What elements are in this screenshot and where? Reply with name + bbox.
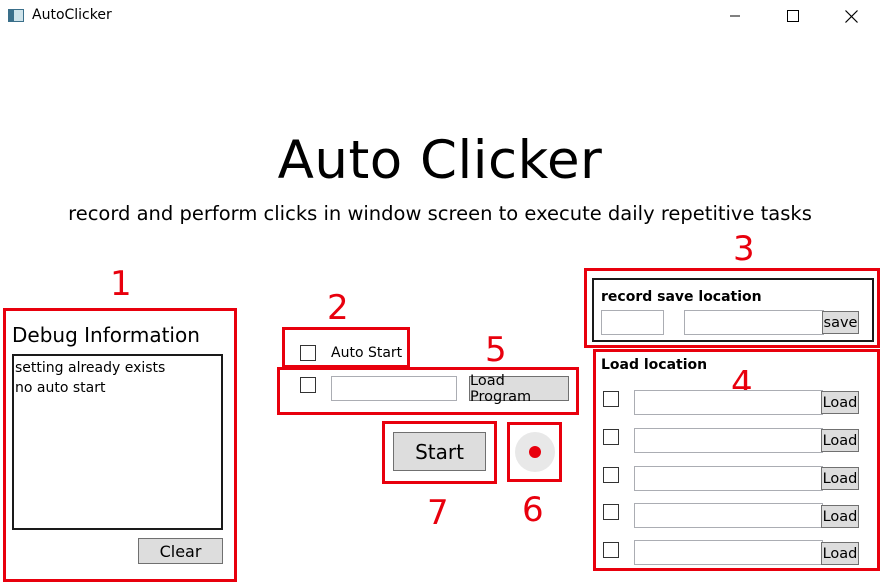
minimize-icon bbox=[730, 15, 740, 17]
app-icon bbox=[8, 9, 24, 22]
load-location-button-1[interactable]: Load bbox=[821, 391, 859, 414]
clear-button[interactable]: Clear bbox=[138, 538, 223, 564]
close-icon bbox=[844, 9, 858, 23]
annotation-number-6: 6 bbox=[522, 490, 544, 530]
maximize-button[interactable] bbox=[764, 0, 822, 32]
record-dot-icon bbox=[529, 446, 541, 458]
record-save-small-input[interactable] bbox=[601, 310, 664, 335]
record-save-button[interactable]: save bbox=[822, 311, 859, 334]
page-title: Auto Clicker bbox=[277, 130, 603, 191]
debug-log-line: no auto start bbox=[15, 380, 106, 396]
maximize-icon bbox=[787, 10, 799, 22]
close-button[interactable] bbox=[822, 0, 880, 32]
load-location-title: Load location bbox=[601, 357, 708, 373]
load-location-input-2[interactable] bbox=[634, 428, 823, 453]
load-location-button-4[interactable]: Load bbox=[821, 505, 859, 528]
annotation-number-2: 2 bbox=[327, 288, 349, 328]
annotation-number-1: 1 bbox=[110, 264, 132, 304]
annotation-number-5: 5 bbox=[485, 330, 507, 370]
minimize-button[interactable] bbox=[706, 0, 764, 32]
auto-start-checkbox[interactable] bbox=[300, 345, 316, 361]
load-location-button-2[interactable]: Load bbox=[821, 429, 859, 452]
record-save-title: record save location bbox=[601, 289, 762, 305]
annotation-number-7: 7 bbox=[427, 493, 449, 533]
load-location-input-4[interactable] bbox=[634, 503, 823, 528]
load-location-checkbox-2[interactable] bbox=[603, 429, 619, 445]
load-location-button-3[interactable]: Load bbox=[821, 467, 859, 490]
load-location-checkbox-5[interactable] bbox=[603, 542, 619, 558]
title-bar: AutoClicker bbox=[0, 0, 880, 32]
annotation-number-3: 3 bbox=[733, 229, 755, 269]
load-location-checkbox-4[interactable] bbox=[603, 504, 619, 520]
debug-title: Debug Information bbox=[12, 323, 200, 347]
load-location-input-5[interactable] bbox=[634, 540, 823, 565]
window-title: AutoClicker bbox=[32, 7, 112, 23]
load-program-checkbox[interactable] bbox=[300, 377, 316, 393]
auto-start-label: Auto Start bbox=[331, 345, 403, 361]
page-subtitle: record and perform clicks in window scre… bbox=[68, 202, 812, 225]
debug-log-line: setting already exists bbox=[15, 360, 166, 376]
debug-log-list[interactable]: setting already exists no auto start bbox=[12, 354, 223, 530]
load-location-checkbox-3[interactable] bbox=[603, 467, 619, 483]
record-button[interactable] bbox=[515, 432, 555, 472]
record-save-path-input[interactable] bbox=[684, 310, 824, 335]
load-location-checkbox-1[interactable] bbox=[603, 391, 619, 407]
load-location-button-5[interactable]: Load bbox=[821, 542, 859, 565]
load-program-path-input[interactable] bbox=[331, 376, 457, 401]
start-button[interactable]: Start bbox=[393, 432, 486, 471]
load-location-input-1[interactable] bbox=[634, 390, 823, 415]
load-location-input-3[interactable] bbox=[634, 466, 823, 491]
load-program-button[interactable]: Load Program bbox=[469, 373, 569, 405]
